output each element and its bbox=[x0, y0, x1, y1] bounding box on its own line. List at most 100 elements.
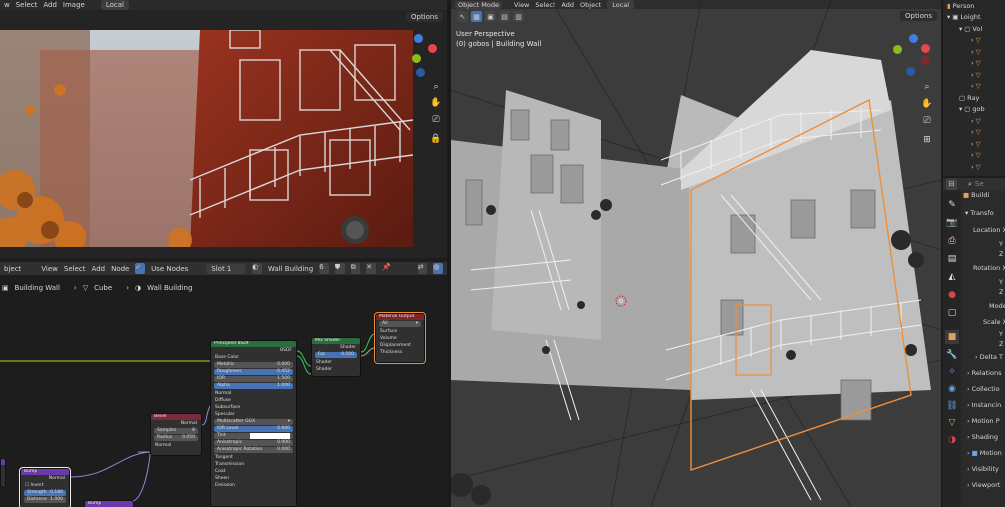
rotation-x-field[interactable]: Rotation X bbox=[943, 259, 1005, 277]
diffuse-panel[interactable]: Diffuse bbox=[211, 397, 296, 404]
bevel-node[interactable]: Bevel Normal Samples 8 Radius 0.050 Normal bbox=[150, 413, 202, 456]
gizmo-y-axis[interactable] bbox=[412, 54, 421, 63]
rotation-z-field[interactable]: Z bbox=[943, 287, 1005, 297]
outliner-item[interactable]: › ▽ bbox=[943, 46, 1005, 58]
grid-view-icon[interactable]: ⊞ bbox=[920, 133, 934, 147]
transform-section[interactable]: ▾ Transfo bbox=[943, 205, 1005, 221]
transmission-panel[interactable]: Transmission bbox=[211, 461, 296, 468]
roughness-field[interactable]: Roughness 0.452 bbox=[214, 369, 293, 375]
location-y-field[interactable]: Y bbox=[943, 239, 1005, 249]
normal-input[interactable]: Normal bbox=[151, 442, 201, 449]
scale-z-field[interactable]: Z bbox=[943, 339, 1005, 349]
delta-transform-section[interactable]: › Delta T bbox=[943, 349, 1005, 365]
metallic-field[interactable]: Metallic 0.000 bbox=[214, 362, 293, 368]
displacement-input[interactable]: Displacement bbox=[376, 342, 424, 349]
outliner-item[interactable]: › ▽ bbox=[943, 127, 1005, 139]
location-x-field[interactable]: Location X bbox=[943, 221, 1005, 239]
render-menu-select[interactable]: Select bbox=[16, 1, 38, 9]
rotation-mode-dropdown[interactable]: Mode bbox=[943, 297, 1005, 315]
anisotropic-rotation-field[interactable]: Anisotropic Rotation 0.000 bbox=[214, 447, 293, 453]
pan-hand-icon[interactable]: ✋ bbox=[429, 96, 443, 110]
rotation-y-field[interactable]: Y bbox=[943, 277, 1005, 287]
tint-field[interactable]: Tint bbox=[214, 433, 293, 439]
bump-node[interactable]: Bump Normal ☐ Invert Strength 0.180 Dista… bbox=[20, 468, 70, 507]
outliner-item[interactable]: › ▽ bbox=[943, 138, 1005, 150]
ior-level-field[interactable]: IOR Level 0.600 bbox=[214, 426, 293, 432]
outliner-item[interactable]: › ▽ bbox=[943, 161, 1005, 173]
principled-bsdf-node[interactable]: Principled BSDF BSDF Base Color Metallic… bbox=[210, 340, 297, 507]
outliner-item[interactable]: ▾ ▢ Vol bbox=[943, 23, 1005, 35]
render-menu-view[interactable]: w bbox=[4, 1, 10, 9]
scale-y-field[interactable]: Y bbox=[943, 329, 1005, 339]
view-mode-dropdown[interactable]: Local bbox=[100, 0, 129, 10]
normal-input[interactable]: Normal bbox=[211, 390, 296, 397]
render-menu-image[interactable]: Image bbox=[63, 1, 85, 9]
surface-input[interactable]: Surface bbox=[376, 328, 424, 335]
material-output-node[interactable]: Material Output All ▾ Surface Volume Disp… bbox=[375, 313, 425, 363]
tangent-input[interactable]: Tangent bbox=[211, 454, 296, 461]
distribution-dropdown[interactable]: Multiscatter GGX ▾ bbox=[214, 419, 293, 425]
ior-field[interactable]: IOR 1.500 bbox=[214, 376, 293, 382]
outliner-item[interactable]: › ▽ bbox=[943, 35, 1005, 47]
gizmo-neg-y-axis[interactable] bbox=[921, 56, 930, 65]
volume-input[interactable]: Volume bbox=[376, 335, 424, 342]
camera-icon[interactable]: ⎚ bbox=[920, 114, 934, 128]
node-title[interactable]: Bump bbox=[85, 501, 133, 507]
thickness-input[interactable]: Thickness bbox=[376, 349, 424, 356]
invert-checkbox[interactable]: ☐ Invert bbox=[21, 482, 69, 489]
viewport-display-section[interactable]: › Viewport bbox=[943, 477, 1005, 493]
lock-icon[interactable]: 🔒 bbox=[429, 132, 443, 146]
motion-paths-section[interactable]: › Motion P bbox=[943, 413, 1005, 429]
outliner-item[interactable]: ▾ ▢ gob bbox=[943, 104, 1005, 116]
outliner-item[interactable]: › ▽ bbox=[943, 81, 1005, 93]
pan-hand-icon[interactable]: ✋ bbox=[920, 97, 934, 111]
gizmo-x-axis[interactable] bbox=[428, 44, 437, 53]
properties-panel[interactable]: ⊟ ⌕ Se ✎ 📷 ⎙ ▤ ◭ ● ▢ ■ 🔧 ✧ ◉ ⛓ ▽ ◑ ■ Bui… bbox=[943, 178, 1005, 507]
zoom-icon[interactable]: ⌕ bbox=[429, 80, 443, 94]
object-name-field[interactable]: Buildi bbox=[971, 191, 989, 199]
gizmo-neg-z-axis[interactable] bbox=[906, 67, 915, 76]
radius-field[interactable]: Radius 0.050 bbox=[154, 435, 198, 441]
target-dropdown[interactable]: All ▾ bbox=[379, 321, 421, 327]
outliner-item[interactable]: ▾ ▣ Loight bbox=[943, 12, 1005, 24]
bump-node-2[interactable]: Bump bbox=[84, 500, 134, 507]
shading-section[interactable]: › Shading bbox=[943, 429, 1005, 445]
location-z-field[interactable]: Z bbox=[943, 249, 1005, 259]
alpha-field[interactable]: Alpha 1.000 bbox=[214, 383, 293, 389]
offscreen-node[interactable] bbox=[0, 458, 6, 488]
gizmo-x-axis[interactable] bbox=[921, 44, 930, 53]
render-menu-add[interactable]: Add bbox=[43, 1, 57, 9]
subsurface-panel[interactable]: Subsurface bbox=[211, 404, 296, 411]
3d-viewport[interactable]: Object Mode View Select Add Object Local… bbox=[451, 0, 941, 507]
shader-node-editor[interactable]: bject View Select Add Node ✓ Use Nodes S… bbox=[0, 262, 447, 507]
viewport-navigation-gizmo[interactable] bbox=[889, 34, 939, 78]
node-title[interactable]: Material Output bbox=[376, 314, 424, 320]
shader-input-1[interactable]: Shader bbox=[312, 359, 360, 366]
gizmo-z-axis[interactable] bbox=[909, 34, 918, 43]
shader-input-2[interactable]: Shader bbox=[312, 366, 360, 373]
outliner-item[interactable]: › ▽ bbox=[943, 69, 1005, 81]
zoom-icon[interactable]: ⌕ bbox=[920, 80, 934, 94]
outliner-panel[interactable]: ▮ Person ▾ ▣ Loight ▾ ▢ Vol › ▽ › ▽ › ▽ › ▽ › ▽ ▢ R… bbox=[943, 0, 1005, 176]
editor-type-icon[interactable]: ⊟ bbox=[946, 178, 957, 190]
gizmo-y-axis[interactable] bbox=[893, 45, 902, 54]
instancing-section[interactable]: › Instancin bbox=[943, 397, 1005, 413]
camera-icon[interactable]: ⎚ bbox=[429, 113, 443, 127]
coat-panel[interactable]: Coat bbox=[211, 468, 296, 475]
outliner-item[interactable]: › ▽ bbox=[943, 150, 1005, 162]
mix-shader-node[interactable]: Mix Shader Shader Fac 0.500 Shader Shader bbox=[311, 337, 361, 377]
relations-section[interactable]: › Relations bbox=[943, 365, 1005, 381]
outliner-item[interactable]: › ▽ bbox=[943, 58, 1005, 70]
fac-field[interactable]: Fac 0.500 bbox=[315, 352, 357, 358]
outliner-item[interactable]: › ▽ bbox=[943, 115, 1005, 127]
scale-x-field[interactable]: Scale X bbox=[943, 315, 1005, 329]
checkbox-icon[interactable]: ■ bbox=[972, 449, 978, 457]
gizmo-neg-z-axis[interactable] bbox=[416, 68, 425, 77]
search-field[interactable]: Se bbox=[975, 180, 984, 188]
render-options-button[interactable]: Options bbox=[405, 12, 443, 22]
samples-field[interactable]: Samples 8 bbox=[154, 428, 198, 434]
outliner-item[interactable]: ▮ Person bbox=[943, 0, 1005, 12]
outliner-item[interactable]: ▢ Ray bbox=[943, 92, 1005, 104]
visibility-section[interactable]: › Visibility bbox=[943, 461, 1005, 477]
base-color-input[interactable]: Base Color bbox=[211, 354, 296, 361]
